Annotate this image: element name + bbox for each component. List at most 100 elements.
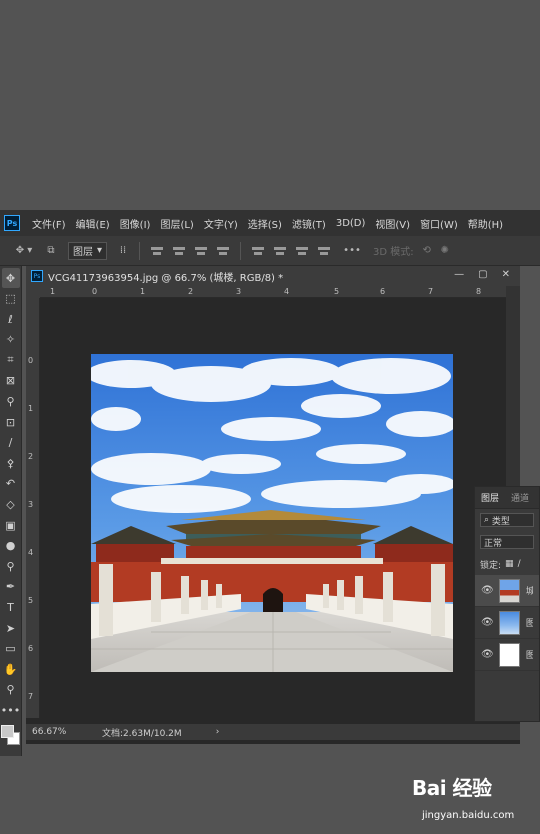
- rectangle-tool-icon[interactable]: ▭: [2, 639, 20, 659]
- brush-tool-icon[interactable]: ∕: [2, 433, 20, 453]
- crop-tool-icon[interactable]: ⌗: [2, 350, 20, 370]
- minimize-icon[interactable]: —: [454, 269, 464, 280]
- more-options-icon[interactable]: •••: [339, 245, 365, 256]
- lock-pixels-icon[interactable]: ∕: [518, 559, 521, 569]
- menu-layer[interactable]: 图层(L): [160, 216, 193, 231]
- ruler-label: 1: [50, 287, 56, 296]
- move-tool-preset-icon[interactable]: ✥ ▾: [8, 245, 40, 256]
- color-swatches[interactable]: [0, 725, 21, 749]
- ruler-label: 7: [428, 287, 434, 296]
- menu-edit[interactable]: 编辑(E): [76, 216, 110, 231]
- zoom-tool-icon[interactable]: ⚲: [2, 680, 20, 700]
- ruler-label: 5: [334, 287, 340, 296]
- align-top-icon[interactable]: [216, 245, 230, 257]
- blend-mode-dropdown[interactable]: 正常: [480, 535, 534, 549]
- ruler-label: 0: [28, 356, 34, 365]
- photoshop-logo-icon: Ps: [4, 215, 20, 231]
- search-icon: ⌕: [484, 515, 490, 525]
- horizontal-ruler[interactable]: 1 0 1 2 3 4 5 6 7 8: [40, 286, 506, 298]
- menu-select[interactable]: 选择(S): [248, 216, 282, 231]
- marquee-tool-icon[interactable]: ⬚: [2, 289, 20, 309]
- watermark-url: jingyan.baidu.com: [422, 810, 515, 821]
- layer-thumbnail: [499, 642, 520, 667]
- status-bar: 66.67% 文档:2.63M/10.2M ›: [26, 724, 520, 740]
- options-bar: ✥ ▾ ⧉ 图层 ▾ ⁞⁞ ••• 3D 模式: ⟲ ✺: [0, 236, 540, 266]
- zoom-level[interactable]: 66.67%: [32, 727, 92, 737]
- document-tab[interactable]: Ps VCG41173963954.jpg @ 66.7% (城楼, RGB/8…: [26, 266, 520, 286]
- distribute-bottom-icon[interactable]: [295, 245, 309, 257]
- menu-help[interactable]: 帮助(H): [468, 216, 503, 231]
- layer-thumbnail: [499, 578, 520, 603]
- eyedropper-tool-icon[interactable]: ⚲: [2, 392, 20, 412]
- hand-tool-icon[interactable]: ✋: [2, 659, 20, 679]
- layer-filter-dropdown[interactable]: ⌕ 类型: [480, 513, 534, 527]
- lasso-tool-icon[interactable]: ℓ: [2, 309, 20, 329]
- visibility-eye-icon[interactable]: 👁: [481, 649, 494, 660]
- distribute-middle-icon[interactable]: [273, 245, 287, 257]
- ruler-label: 7: [28, 692, 34, 701]
- menu-3d[interactable]: 3D(D): [336, 218, 366, 229]
- distribute-top-icon[interactable]: [251, 245, 265, 257]
- menu-window[interactable]: 窗口(W): [420, 216, 458, 231]
- frame-tool-icon[interactable]: ⊠: [2, 371, 20, 391]
- align-center-icon[interactable]: [172, 245, 186, 257]
- visibility-eye-icon[interactable]: 👁: [481, 585, 494, 596]
- menu-file[interactable]: 文件(F): [32, 216, 66, 231]
- ruler-label: 2: [188, 287, 194, 296]
- document-title: VCG41173963954.jpg @ 66.7% (城楼, RGB/8) *: [48, 272, 284, 284]
- more-tools-icon[interactable]: •••: [1, 700, 20, 720]
- ruler-corner[interactable]: [26, 286, 40, 298]
- status-chevron-icon[interactable]: ›: [216, 727, 220, 737]
- ruler-label: 5: [28, 596, 34, 605]
- transform-controls-icon[interactable]: ⁞⁞: [113, 245, 133, 256]
- menu-type[interactable]: 文字(Y): [204, 216, 238, 231]
- blend-mode-value: 正常: [484, 538, 503, 549]
- layer-name: 城: [525, 587, 533, 597]
- tab-layers[interactable]: 图层: [475, 491, 505, 504]
- menu-filter[interactable]: 滤镜(T): [292, 216, 326, 231]
- type-tool-icon[interactable]: T: [2, 598, 20, 618]
- document-image[interactable]: [91, 354, 453, 672]
- ruler-label: 6: [28, 644, 34, 653]
- layer-row[interactable]: 👁 城: [475, 575, 539, 607]
- ruler-label: 4: [284, 287, 290, 296]
- visibility-eye-icon[interactable]: 👁: [481, 617, 494, 628]
- menu-image[interactable]: 图像(I): [120, 216, 151, 231]
- layer-name: 图: [525, 651, 533, 661]
- menu-view[interactable]: 视图(V): [375, 216, 410, 231]
- distribute-left-icon[interactable]: [317, 245, 331, 257]
- ruler-label: 8: [476, 287, 482, 296]
- tools-panel: ✥ ⬚ ℓ ✧ ⌗ ⊠ ⚲ ⊡ ∕ ⚴ ↶ ◇ ▣ ● ⚲ ✒ T ➤ ▭ ✋ …: [0, 266, 22, 756]
- layer-row[interactable]: 👁 图: [475, 639, 539, 671]
- eraser-tool-icon[interactable]: ◇: [2, 495, 20, 515]
- move-tool-icon[interactable]: ✥: [1, 268, 20, 288]
- dodge-tool-icon[interactable]: ⚲: [2, 556, 20, 576]
- tab-channels[interactable]: 通道: [505, 491, 535, 504]
- filter-type-label: 类型: [491, 516, 510, 527]
- layer-select-value: 图层: [73, 247, 93, 258]
- ruler-label: 0: [92, 287, 98, 296]
- lock-transparency-icon[interactable]: ▦: [505, 559, 514, 569]
- blur-tool-icon[interactable]: ●: [2, 536, 20, 556]
- gradient-tool-icon[interactable]: ▣: [2, 515, 20, 535]
- magic-wand-tool-icon[interactable]: ✧: [2, 330, 20, 350]
- ruler-label: 4: [28, 548, 34, 557]
- history-brush-tool-icon[interactable]: ↶: [2, 474, 20, 494]
- path-selection-tool-icon[interactable]: ➤: [2, 618, 20, 638]
- 3d-roll-icon[interactable]: ✺: [436, 245, 454, 256]
- 3d-orbit-icon[interactable]: ⟲: [418, 245, 436, 256]
- maximize-icon[interactable]: ▢: [478, 269, 487, 280]
- align-right-icon[interactable]: [194, 245, 208, 257]
- clone-stamp-tool-icon[interactable]: ⚴: [2, 453, 20, 473]
- 3d-mode-label: 3D 模式:: [373, 247, 414, 258]
- align-left-icon[interactable]: [150, 245, 164, 257]
- foreground-color-swatch[interactable]: [0, 725, 14, 739]
- layer-row[interactable]: 👁 图: [475, 607, 539, 639]
- ruler-label: 1: [28, 404, 34, 413]
- close-icon[interactable]: ✕: [502, 269, 510, 280]
- spot-healing-tool-icon[interactable]: ⊡: [2, 412, 20, 432]
- pen-tool-icon[interactable]: ✒: [2, 577, 20, 597]
- auto-select-target-dropdown[interactable]: 图层 ▾: [68, 241, 108, 260]
- auto-select-icon[interactable]: ⧉: [40, 245, 62, 256]
- vertical-ruler[interactable]: 0 1 2 3 4 5 6 7: [26, 298, 40, 718]
